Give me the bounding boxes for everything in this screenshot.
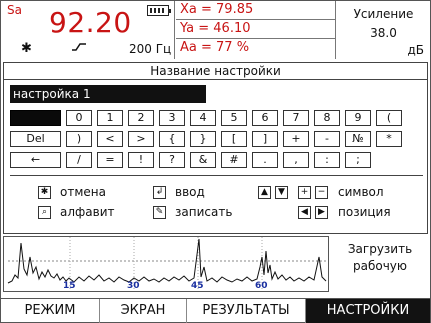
symbol-label: символ: [338, 185, 384, 199]
load-label-line1: Загрузить: [347, 242, 413, 256]
sweep-icon: [71, 41, 87, 57]
dialog-title: Название настройки: [4, 63, 427, 80]
key-2[interactable]: 2: [128, 110, 154, 126]
key-del[interactable]: Del: [10, 131, 61, 147]
key-equals[interactable]: =: [97, 152, 123, 168]
ya-readout: Ya = 46.10: [176, 20, 335, 39]
tab-screen[interactable]: ЭКРАН: [100, 299, 186, 323]
key-colon[interactable]: :: [314, 152, 340, 168]
name-dialog: Название настройки настройка 1 0 1 2 3 4…: [3, 62, 428, 234]
key-semicolon[interactable]: ;: [345, 152, 371, 168]
key-question[interactable]: ?: [159, 152, 185, 168]
asterisk-icon: ✱: [21, 41, 32, 56]
arrow-up-icon: ▲: [258, 186, 271, 199]
key-ampersand[interactable]: &: [190, 152, 216, 168]
key-numero[interactable]: №: [345, 131, 371, 147]
gain-value: 38.0: [370, 26, 397, 40]
key-paren-close[interactable]: ): [66, 131, 92, 147]
minus-icon: −: [315, 186, 328, 199]
key-period[interactable]: .: [252, 152, 278, 168]
pencil-icon: ✎: [153, 206, 166, 219]
key-minus[interactable]: -: [314, 131, 340, 147]
frequency-value: 200 Гц: [129, 42, 172, 56]
signal-panel: Sa 92.20 ✱ 200 Гц: [1, 1, 175, 59]
plus-icon: +: [298, 186, 311, 199]
tab-mode[interactable]: РЕЖИМ: [1, 299, 99, 323]
key-greater[interactable]: >: [128, 131, 154, 147]
gain-title: Усиление: [353, 7, 414, 21]
aa-readout: Aa = 77 %: [180, 40, 250, 55]
battery-icon: [147, 5, 171, 16]
asterisk-icon: ✱: [38, 186, 51, 199]
tick-30: 30: [127, 281, 140, 291]
key-plus[interactable]: +: [283, 131, 309, 147]
arrow-left-icon: ◀: [298, 206, 311, 219]
load-label-line2: рабочую: [352, 259, 407, 273]
key-bracket-open[interactable]: [: [221, 131, 247, 147]
tick-45: 45: [191, 281, 204, 291]
position-label: позиция: [338, 205, 391, 219]
sa-label: Sa: [7, 3, 22, 17]
bottom-menu: РЕЖИМ ЭКРАН РЕЗУЛЬТАТЫ НАСТРОЙКИ: [1, 298, 430, 323]
key-selected[interactable]: [10, 110, 61, 126]
key-7[interactable]: 7: [283, 110, 309, 126]
key-exclamation[interactable]: !: [128, 152, 154, 168]
tab-results[interactable]: РЕЗУЛЬТАТЫ: [187, 299, 305, 323]
spectrum-graph: 15 30 45 60: [3, 236, 329, 292]
name-input[interactable]: настройка 1: [10, 85, 206, 103]
tick-60: 60: [255, 281, 268, 291]
tick-15: 15: [63, 281, 76, 291]
key-6[interactable]: 6: [252, 110, 278, 126]
key-less[interactable]: <: [97, 131, 123, 147]
cancel-label: отмена: [60, 185, 106, 199]
key-brace-close[interactable]: }: [190, 131, 216, 147]
alphabet-label: алфавит: [60, 205, 115, 219]
enter-label: ввод: [175, 185, 205, 199]
arrow-down-icon: ▼: [275, 186, 288, 199]
gain-panel: Усиление 38.0 дБ: [337, 1, 430, 59]
arrow-right-icon: ▶: [315, 206, 328, 219]
key-9[interactable]: 9: [345, 110, 371, 126]
readouts-panel: Xa = 79.85 Ya = 46.10 Aa = 77 %: [176, 1, 336, 59]
key-brace-open[interactable]: {: [159, 131, 185, 147]
magnifier-icon: ⌕: [38, 206, 51, 219]
key-paren-open[interactable]: (: [376, 110, 402, 126]
gain-unit: дБ: [407, 43, 424, 57]
key-slash[interactable]: /: [66, 152, 92, 168]
key-3[interactable]: 3: [159, 110, 185, 126]
key-backspace[interactable]: ←: [10, 152, 61, 168]
key-legend: ✱ отмена ↲ ввод ▲ ▼ + − символ ⌕ алфавит…: [10, 175, 423, 231]
load-working-button[interactable]: Загрузить рабочую: [333, 241, 427, 275]
key-bracket-close[interactable]: ]: [252, 131, 278, 147]
key-4[interactable]: 4: [190, 110, 216, 126]
key-1[interactable]: 1: [97, 110, 123, 126]
key-hash[interactable]: #: [221, 152, 247, 168]
sa-value: 92.20: [49, 6, 132, 39]
enter-icon: ↲: [153, 186, 166, 199]
key-comma[interactable]: ,: [283, 152, 309, 168]
spectrum-plot: [7, 237, 327, 291]
tab-settings[interactable]: НАСТРОЙКИ: [306, 299, 430, 323]
key-8[interactable]: 8: [314, 110, 340, 126]
save-label: записать: [175, 205, 233, 219]
key-asterisk[interactable]: *: [376, 131, 402, 147]
key-0[interactable]: 0: [66, 110, 92, 126]
key-5[interactable]: 5: [221, 110, 247, 126]
xa-readout: Xa = 79.85: [176, 1, 335, 20]
